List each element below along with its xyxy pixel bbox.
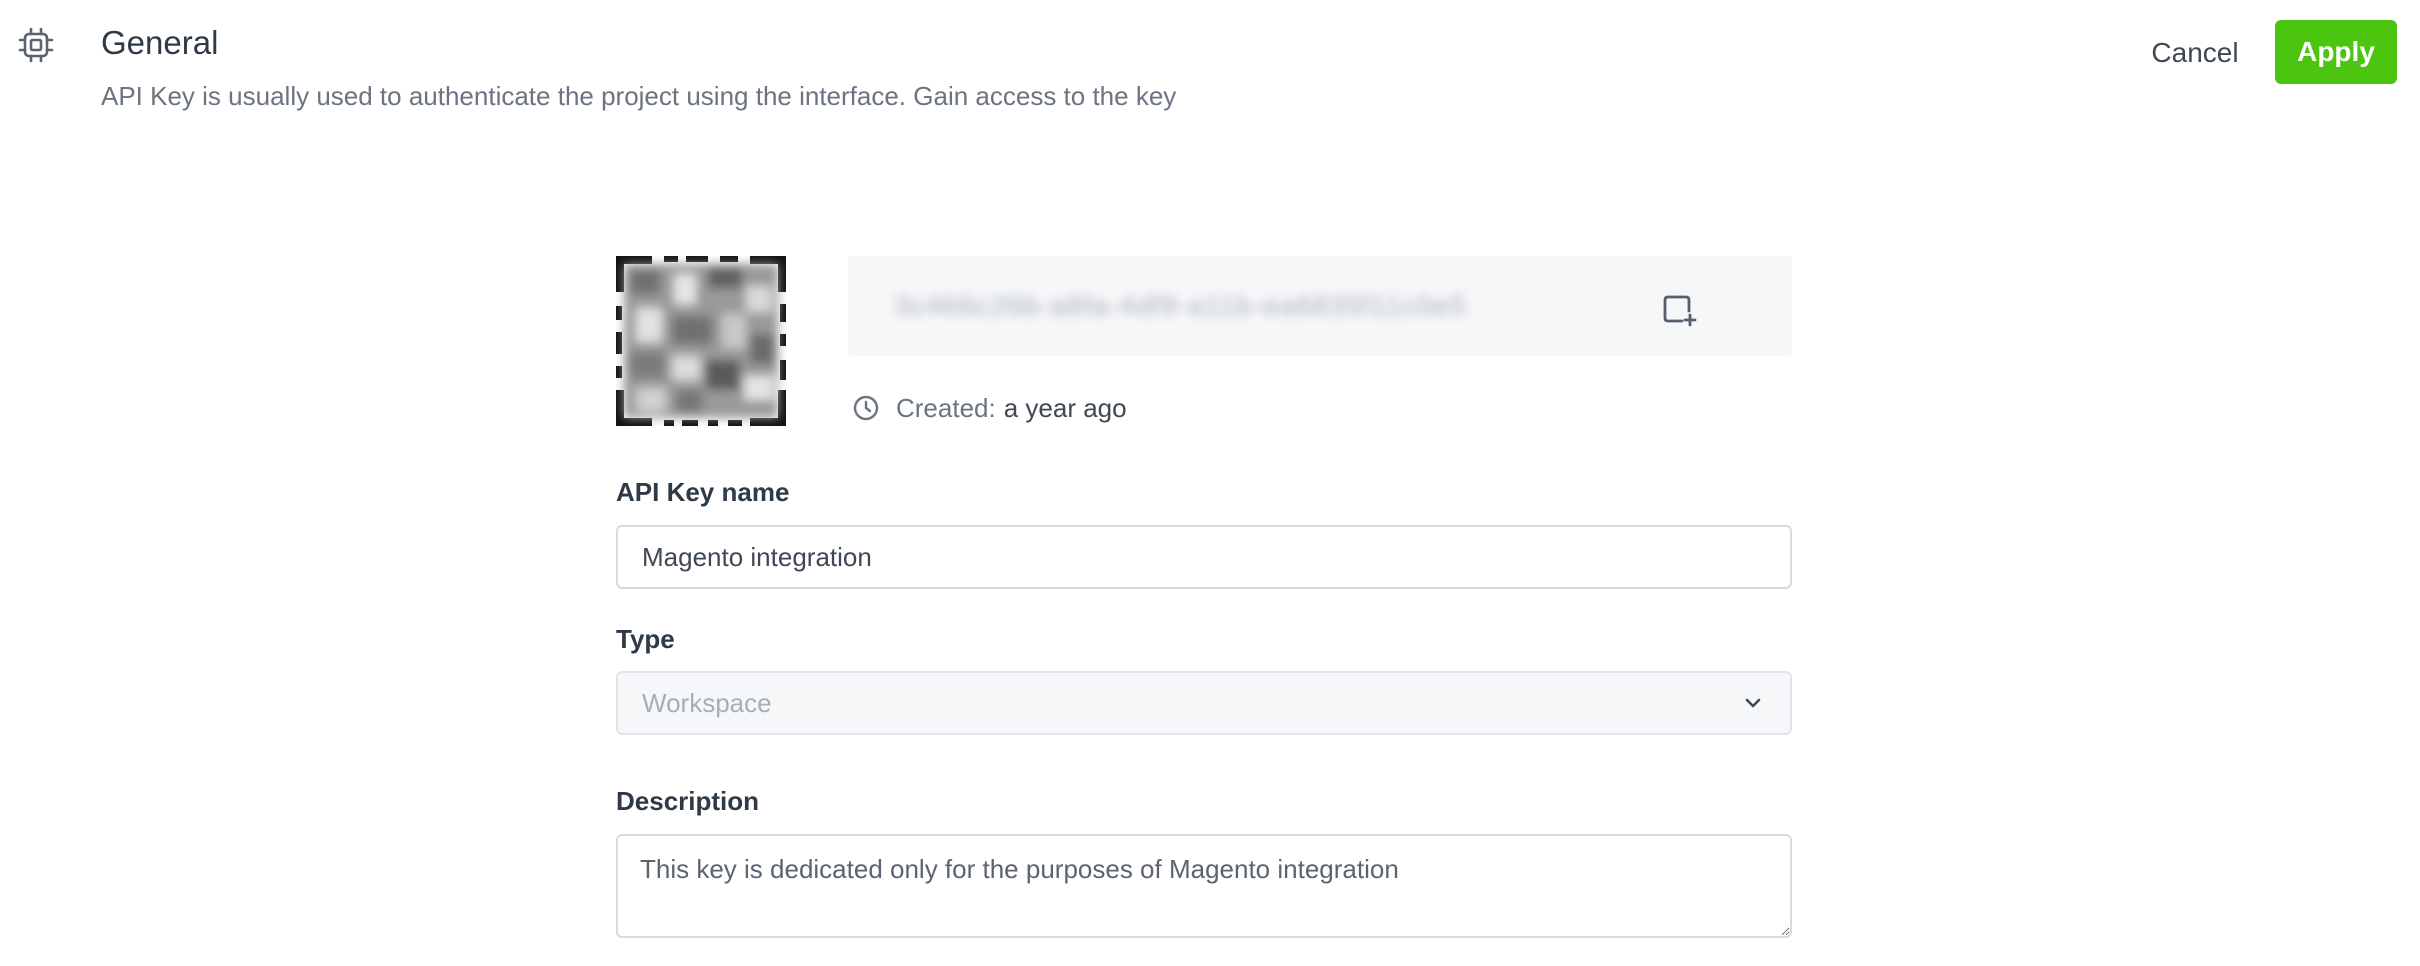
- qr-code-image: [616, 256, 786, 426]
- api-key-panel: 3c466c26b-a8fa-4df9-a11b-ea6835f11c0e5: [848, 256, 1792, 356]
- page-title: General: [101, 24, 219, 61]
- description-textarea[interactable]: This key is dedicated only for the purpo…: [616, 834, 1792, 938]
- chip-icon: [17, 26, 55, 64]
- apply-button[interactable]: Apply: [2275, 20, 2397, 84]
- type-select-value: Workspace: [642, 687, 772, 718]
- created-value: a year ago: [1003, 392, 1127, 423]
- description-label: Description: [616, 786, 760, 816]
- type-label: Type: [616, 624, 675, 654]
- clock-icon: [852, 394, 880, 422]
- api-key-name-label: API Key name: [616, 477, 790, 507]
- page-subtitle: API Key is usually used to authenticate …: [101, 81, 1177, 111]
- api-key-value: 3c466c26b-a8fa-4df9-a11b-ea6835f11c0e5: [894, 290, 1466, 321]
- api-key-name-input[interactable]: [616, 525, 1792, 589]
- cancel-button[interactable]: Cancel: [2136, 25, 2254, 81]
- type-select[interactable]: Workspace: [616, 671, 1792, 735]
- chevron-down-icon: [1740, 690, 1766, 716]
- copy-icon[interactable]: [1660, 291, 1698, 329]
- created-info: Created: a year ago: [852, 390, 1127, 426]
- created-label: Created:: [896, 392, 996, 423]
